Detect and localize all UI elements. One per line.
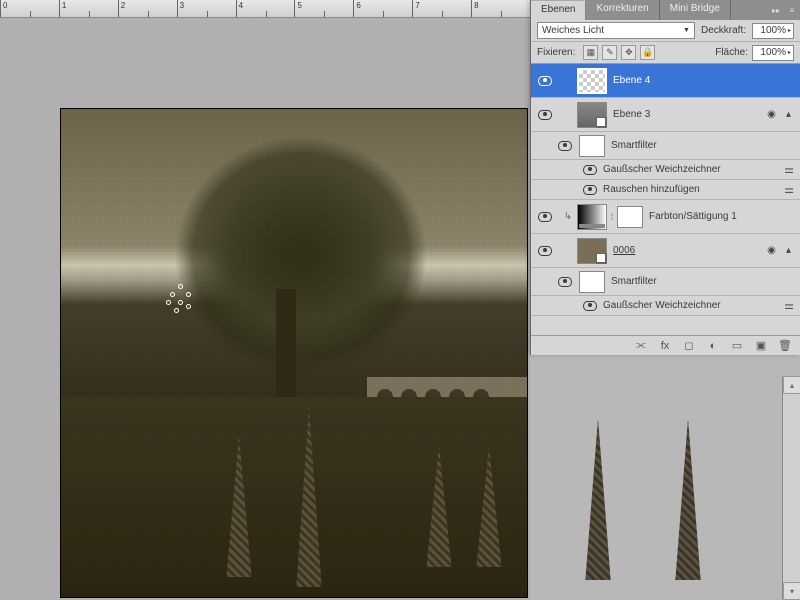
filter-label[interactable]: Gaußscher Weichzeichner: [603, 300, 776, 311]
blend-mode-row: Weiches Licht ▼ Deckkraft: 100%▸: [531, 20, 800, 42]
vertical-scrollbar[interactable]: ▴ ▾: [782, 376, 800, 600]
visibility-toggle-icon[interactable]: [583, 165, 597, 175]
canvas-workspace[interactable]: [0, 18, 530, 600]
new-layer-icon[interactable]: ▣: [754, 339, 768, 353]
opacity-field[interactable]: 100%▸: [752, 23, 794, 39]
layer-thumbnail[interactable]: [577, 68, 607, 94]
visibility-toggle-icon[interactable]: [538, 246, 552, 256]
layer-label[interactable]: Ebene 4: [613, 75, 794, 86]
smartfilters-header-2[interactable]: Smartfilter: [531, 268, 800, 296]
filter-effects-icon[interactable]: ◉: [766, 109, 777, 120]
layers-panel-footer: ⫘ fx ◻ ◐ ▭ ▣ 🗑: [531, 335, 800, 355]
layer-thumbnail[interactable]: [577, 102, 607, 128]
chevron-down-icon: ▸: [788, 27, 791, 34]
smartfilters-label: Smartfilter: [611, 276, 794, 287]
expand-icon[interactable]: ▴: [783, 245, 794, 256]
expand-icon[interactable]: ▴: [783, 109, 794, 120]
smartfilters-header[interactable]: Smartfilter: [531, 132, 800, 160]
visibility-toggle-icon[interactable]: [558, 277, 572, 287]
mask-link-icon[interactable]: ⁞: [607, 212, 617, 222]
lock-position-icon[interactable]: ✥: [621, 45, 636, 60]
chevron-down-icon: ▼: [683, 27, 690, 34]
smartfilters-label: Smartfilter: [611, 140, 794, 151]
filter-effects-icon[interactable]: ◉: [766, 245, 777, 256]
visibility-toggle-icon[interactable]: [583, 301, 597, 311]
group-icon[interactable]: ▭: [730, 339, 744, 353]
filter-options-icon[interactable]: ⚌: [776, 299, 794, 312]
link-layers-icon[interactable]: ⫘: [634, 339, 648, 353]
lock-label: Fixieren:: [537, 47, 575, 58]
adjustment-layer-icon[interactable]: ◐: [706, 339, 720, 353]
layer-label[interactable]: Farbton/Sättigung 1: [649, 211, 794, 222]
layer-row-ebene3[interactable]: Ebene 3 ◉ ▴: [531, 98, 800, 132]
panel-tabs: Ebenen Korrekturen Mini Bridge ▸▸ ≡: [531, 0, 800, 20]
filter-add-noise[interactable]: Rauschen hinzufügen ⚌: [531, 180, 800, 200]
lock-all-icon[interactable]: 🔒: [640, 45, 655, 60]
layer-label[interactable]: 0006: [613, 245, 760, 256]
image-canvas[interactable]: [60, 108, 528, 598]
fill-field[interactable]: 100%▸: [752, 45, 794, 61]
visibility-toggle-icon[interactable]: [538, 76, 552, 86]
filter-gaussian-blur[interactable]: Gaußscher Weichzeichner ⚌: [531, 160, 800, 180]
scroll-down-icon[interactable]: ▾: [783, 582, 800, 600]
clip-icon: ↳: [559, 211, 577, 222]
fill-label: Fläche:: [715, 47, 748, 58]
scroll-up-icon[interactable]: ▴: [783, 376, 800, 394]
filter-options-icon[interactable]: ⚌: [776, 163, 794, 176]
lock-pixels-icon[interactable]: ✎: [602, 45, 617, 60]
tab-adjustments[interactable]: Korrekturen: [586, 0, 659, 20]
filter-mask-thumbnail[interactable]: [579, 135, 605, 157]
filter-label[interactable]: Rauschen hinzufügen: [603, 184, 776, 195]
filter-gaussian-blur-2[interactable]: Gaußscher Weichzeichner ⚌: [531, 296, 800, 316]
visibility-toggle-icon[interactable]: [538, 110, 552, 120]
layer-mask-icon[interactable]: ◻: [682, 339, 696, 353]
opacity-label: Deckkraft:: [701, 25, 746, 36]
layer-style-icon[interactable]: fx: [658, 339, 672, 353]
blend-mode-value: Weiches Licht: [542, 25, 604, 36]
delete-layer-icon[interactable]: 🗑: [778, 339, 792, 353]
layers-list[interactable]: Ebene 4 Ebene 3 ◉ ▴ Smartfilter Gaußsche…: [531, 64, 800, 335]
tab-layers[interactable]: Ebenen: [531, 0, 586, 20]
layer-thumbnail[interactable]: [577, 238, 607, 264]
layer-label[interactable]: Ebene 3: [613, 109, 760, 120]
visibility-toggle-icon[interactable]: [583, 185, 597, 195]
ruler-horizontal: 0 1 2 3 4 5 6 7 8: [0, 0, 530, 18]
tab-minibridge[interactable]: Mini Bridge: [660, 0, 731, 20]
blend-mode-select[interactable]: Weiches Licht ▼: [537, 22, 695, 39]
panel-menu-icon[interactable]: ≡: [784, 0, 800, 20]
lock-row: Fixieren: ▦ ✎ ✥ 🔒 Fläche: 100%▸: [531, 42, 800, 64]
visibility-toggle-icon[interactable]: [538, 212, 552, 222]
filter-label[interactable]: Gaußscher Weichzeichner: [603, 164, 776, 175]
lock-transparency-icon[interactable]: ▦: [583, 45, 598, 60]
panel-collapse-icon[interactable]: ▸▸: [768, 0, 784, 20]
chevron-down-icon: ▸: [788, 49, 791, 56]
layer-row-ebene4[interactable]: Ebene 4: [531, 64, 800, 98]
layer-row-0006[interactable]: 0006 ◉ ▴: [531, 234, 800, 268]
layers-panel: Ebenen Korrekturen Mini Bridge ▸▸ ≡ Weic…: [530, 0, 800, 355]
visibility-toggle-icon[interactable]: [558, 141, 572, 151]
filter-mask-thumbnail[interactable]: [579, 271, 605, 293]
mask-thumbnail[interactable]: [617, 206, 643, 228]
filter-options-icon[interactable]: ⚌: [776, 183, 794, 196]
layer-row-hue-saturation[interactable]: ↳ ⁞ Farbton/Sättigung 1: [531, 200, 800, 234]
adjustment-thumbnail[interactable]: [577, 204, 607, 230]
